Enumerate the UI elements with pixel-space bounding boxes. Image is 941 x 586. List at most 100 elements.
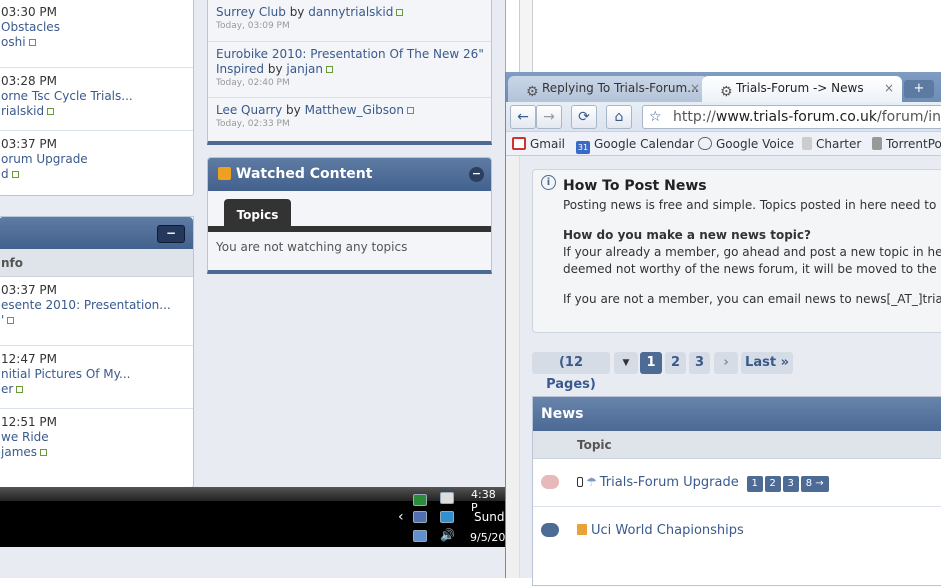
topic-link[interactable]: orne Tsc Cycle Trials... (1, 89, 193, 104)
bookmark-charter[interactable]: Charter (802, 132, 861, 156)
page-jump-dropdown[interactable]: ▼ (614, 352, 638, 374)
topic-link[interactable]: Obstacles (1, 20, 193, 35)
topic-link[interactable]: we Ride (1, 430, 193, 445)
external-link-icon (11, 171, 19, 178)
show-hidden-icons-button[interactable]: ‹ (398, 509, 404, 525)
back-button[interactable]: ← (510, 105, 536, 129)
list-item[interactable]: Surrey Club by dannytrialskid Today, 03:… (208, 0, 491, 42)
news-link[interactable]: Lee Quarry (216, 103, 282, 117)
home-button[interactable]: ⌂ (606, 105, 632, 129)
network-icon[interactable] (413, 494, 427, 506)
tab-topics[interactable]: Topics (224, 199, 291, 232)
calendar-icon: 31 (576, 141, 590, 154)
monitor-icon[interactable] (413, 511, 427, 523)
user-link[interactable]: er (1, 382, 13, 396)
topic-page-link[interactable]: 3 (782, 476, 799, 492)
user-link[interactable]: rialskid (1, 104, 44, 118)
news-link[interactable]: Eurobike 2010: Presentation Of The New 2… (216, 47, 484, 76)
gmail-icon (512, 137, 526, 150)
topic-page-link[interactable]: 8 → (800, 476, 829, 492)
close-tab-button[interactable]: × (690, 76, 700, 100)
user-link[interactable]: ' (1, 313, 4, 327)
empty-message: You are not watching any topics (216, 240, 408, 254)
new-tab-button[interactable]: + (904, 80, 934, 98)
list-item[interactable]: 03:37 PM esente 2010: Presentation... ' (0, 277, 193, 346)
news-date: Today, 03:09 PM (216, 21, 290, 31)
table-row[interactable]: Uci World Chapionships (533, 507, 941, 555)
info-panel: − nfo 03:37 PM esente 2010: Presentation… (0, 216, 194, 488)
list-item[interactable]: Eurobike 2010: Presentation Of The New 2… (208, 42, 491, 98)
latest-news-panel: Surrey Club by dannytrialskid Today, 03:… (207, 0, 492, 145)
browser-window: ⚙ Replying To Trials-Forum... × ⚙ Trials… (505, 72, 941, 586)
list-item[interactable]: 03:30 PM Obstacles oshi (0, 0, 193, 68)
taskbar-top-strip (0, 487, 505, 501)
user-link[interactable]: Matthew_Gibson (305, 103, 404, 117)
volume-icon[interactable]: 🔊 (440, 528, 455, 542)
tab-news[interactable]: ⚙ Trials-Forum -> News × (702, 76, 902, 102)
user-link[interactable]: d (1, 167, 9, 181)
next-page-button[interactable]: › (714, 352, 738, 374)
list-item[interactable]: Lee Quarry by Matthew_Gibson Today, 02:3… (208, 98, 491, 141)
panel-header: Watched Content − (208, 158, 491, 191)
external-link-icon (396, 9, 404, 16)
reload-button[interactable]: ⟳ (571, 105, 597, 129)
tab-title: Trials-Forum -> News (736, 81, 864, 95)
by-label: by (267, 62, 283, 76)
list-item[interactable]: 12:51 PM we Ride james (0, 409, 193, 478)
phone-icon[interactable] (440, 492, 454, 504)
watched-star-icon (218, 167, 231, 180)
box-text: If you are not a member, you can email n… (563, 292, 941, 306)
user-link[interactable]: oshi (1, 35, 26, 49)
page-scrollbar[interactable] (506, 156, 520, 578)
topic-column-header: Topic (533, 431, 941, 459)
list-item[interactable]: 03:28 PM orne Tsc Cycle Trials... rialsk… (0, 68, 193, 131)
close-tab-button[interactable]: × (884, 76, 894, 100)
news-link[interactable]: Surrey Club (216, 5, 286, 19)
user-link[interactable]: dannytrialskid (308, 5, 393, 19)
box-question: How do you make a new news topic? (563, 228, 811, 242)
page-count-label[interactable]: (12 Pages) (532, 352, 610, 392)
box-text: Posting news is free and simple. Topics … (563, 198, 941, 212)
tab-replying[interactable]: ⚙ Replying To Trials-Forum... × (508, 76, 708, 102)
bookmark-label: Google Voice (716, 137, 795, 151)
mail-icon[interactable] (413, 530, 427, 542)
collapse-button[interactable]: − (469, 167, 484, 182)
bookmark-google-voice[interactable]: Google Voice (698, 132, 794, 156)
bookmark-torrentpo[interactable]: TorrentPo (872, 132, 941, 156)
topic-link[interactable]: Uci World Chapionships (591, 523, 744, 538)
user-link[interactable]: janjan (286, 62, 323, 76)
last-page-button[interactable]: Last » (741, 352, 793, 374)
table-row[interactable]: ☂ Trials-Forum Upgrade 1 2 3 8 → (533, 459, 941, 507)
url-prefix: http:// (673, 109, 716, 125)
collapse-button[interactable]: − (157, 225, 185, 243)
windows-taskbar: 4:38 P ‹ Sunda 🔊 9/5/20 (0, 487, 512, 547)
bookmark-gmail[interactable]: Gmail (512, 132, 565, 156)
lock-icon (577, 477, 583, 487)
external-link-icon (326, 66, 333, 73)
forward-button[interactable]: → (536, 105, 562, 129)
topic-page-link[interactable]: 1 (746, 476, 763, 492)
tab-bar: Topics (208, 191, 491, 232)
topic-link[interactable]: nitial Pictures Of My... (1, 367, 193, 382)
topic-link[interactable]: Trials-Forum Upgrade (600, 475, 739, 490)
page-content: i How To Post News Posting news is free … (506, 156, 941, 586)
bookmark-label: Gmail (530, 137, 566, 151)
scrollbar[interactable] (519, 0, 533, 72)
topic-page-link[interactable]: 2 (764, 476, 781, 492)
bookmark-label: Google Calendar (594, 137, 695, 151)
bookmark-star-icon[interactable]: ☆ (649, 106, 662, 128)
topic-link[interactable]: esente 2010: Presentation... (1, 298, 193, 313)
page-2-link[interactable]: 2 (665, 352, 686, 374)
clock-date[interactable]: 9/5/20 (470, 531, 505, 544)
list-item[interactable]: 12:47 PM nitial Pictures Of My... er (0, 346, 193, 409)
bookmark-google-calendar[interactable]: 31 Google Calendar (576, 132, 694, 156)
sync-icon[interactable] (440, 511, 454, 523)
external-link-icon (406, 107, 414, 114)
user-link[interactable]: james (1, 445, 37, 459)
page-3-link[interactable]: 3 (689, 352, 710, 374)
list-item[interactable]: 03:37 PM orum Upgrade d (0, 131, 193, 193)
post-time: 12:47 PM (1, 352, 57, 366)
topic-link[interactable]: orum Upgrade (1, 152, 193, 167)
tab-title: Replying To Trials-Forum... (542, 81, 699, 95)
address-bar[interactable]: ☆ http://www.trials-forum.co.uk/forum/in… (642, 105, 941, 129)
